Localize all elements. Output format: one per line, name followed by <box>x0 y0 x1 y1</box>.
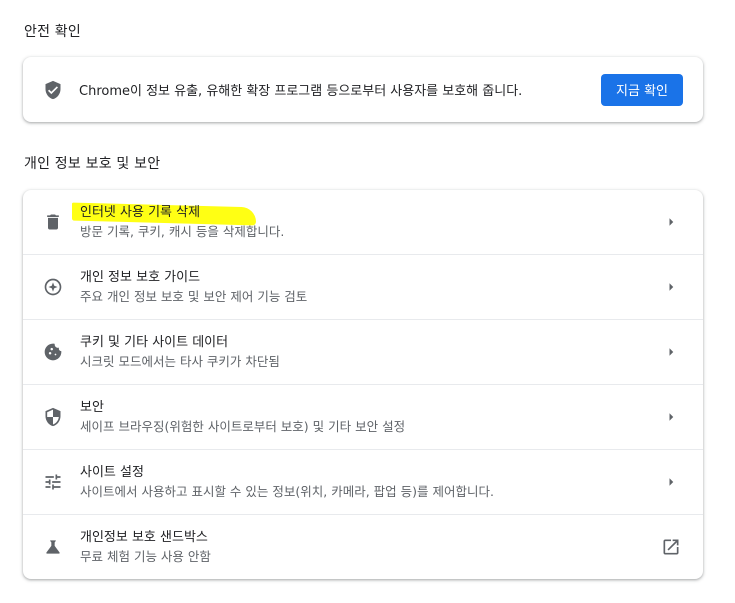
chevron-right-icon <box>659 275 683 299</box>
shield-check-icon <box>42 79 64 101</box>
chevron-right-icon <box>659 470 683 494</box>
clear-browsing-data-row[interactable]: 인터넷 사용 기록 삭제 방문 기록, 쿠키, 캐시 등을 삭제합니다. <box>23 190 703 254</box>
tune-icon <box>42 471 64 493</box>
clear-browsing-data-label: 인터넷 사용 기록 삭제 <box>72 202 256 226</box>
privacy-sandbox-row[interactable]: 개인정보 보호 샌드박스 무료 체험 기능 사용 안함 <box>23 514 703 579</box>
safety-check-row: Chrome이 정보 유출, 유해한 확장 프로그램 등으로부터 사용자를 보호… <box>23 57 703 122</box>
safety-check-description: Chrome이 정보 유출, 유해한 확장 프로그램 등으로부터 사용자를 보호… <box>79 84 523 99</box>
site-settings-label: 사이트 설정 <box>80 465 144 480</box>
open-in-new-icon <box>659 535 683 559</box>
cookies-site-data-label: 쿠키 및 기타 사이트 데이터 <box>80 335 229 350</box>
privacy-security-card: 인터넷 사용 기록 삭제 방문 기록, 쿠키, 캐시 등을 삭제합니다. 개인 … <box>23 190 703 579</box>
security-shield-icon <box>42 406 64 428</box>
privacy-sandbox-description: 무료 체험 기능 사용 안함 <box>80 549 211 564</box>
privacy-security-title: 개인 정보 보호 및 보안 <box>24 156 161 172</box>
cookie-icon <box>42 341 64 363</box>
flask-icon <box>42 536 64 558</box>
chevron-right-icon <box>659 210 683 234</box>
safety-check-title: 안전 확인 <box>24 24 81 40</box>
privacy-guide-label: 개인 정보 보호 가이드 <box>80 270 201 285</box>
privacy-guide-description: 주요 개인 정보 보호 및 보안 제어 기능 검토 <box>80 289 308 304</box>
trash-icon <box>42 211 64 233</box>
chevron-right-icon <box>659 340 683 364</box>
compass-icon <box>42 276 64 298</box>
site-settings-description: 사이트에서 사용하고 표시할 수 있는 정보(위치, 카메라, 팝업 등)를 제… <box>80 484 494 499</box>
security-description: 세이프 브라우징(위험한 사이트로부터 보호) 및 기타 보안 설정 <box>80 419 406 434</box>
security-row[interactable]: 보안 세이프 브라우징(위험한 사이트로부터 보호) 및 기타 보안 설정 <box>23 384 703 449</box>
site-settings-row[interactable]: 사이트 설정 사이트에서 사용하고 표시할 수 있는 정보(위치, 카메라, 팝… <box>23 449 703 514</box>
safety-check-card: Chrome이 정보 유출, 유해한 확장 프로그램 등으로부터 사용자를 보호… <box>23 57 703 122</box>
check-now-button[interactable]: 지금 확인 <box>601 73 683 106</box>
cookies-site-data-row[interactable]: 쿠키 및 기타 사이트 데이터 시크릿 모드에서는 타사 쿠키가 차단됨 <box>23 319 703 384</box>
privacy-sandbox-label: 개인정보 보호 샌드박스 <box>80 530 208 545</box>
clear-browsing-data-description: 방문 기록, 쿠키, 캐시 등을 삭제합니다. <box>80 224 285 239</box>
chevron-right-icon <box>659 405 683 429</box>
security-label: 보안 <box>80 400 104 415</box>
privacy-guide-row[interactable]: 개인 정보 보호 가이드 주요 개인 정보 보호 및 보안 제어 기능 검토 <box>23 254 703 319</box>
cookies-site-data-description: 시크릿 모드에서는 타사 쿠키가 차단됨 <box>80 354 280 369</box>
